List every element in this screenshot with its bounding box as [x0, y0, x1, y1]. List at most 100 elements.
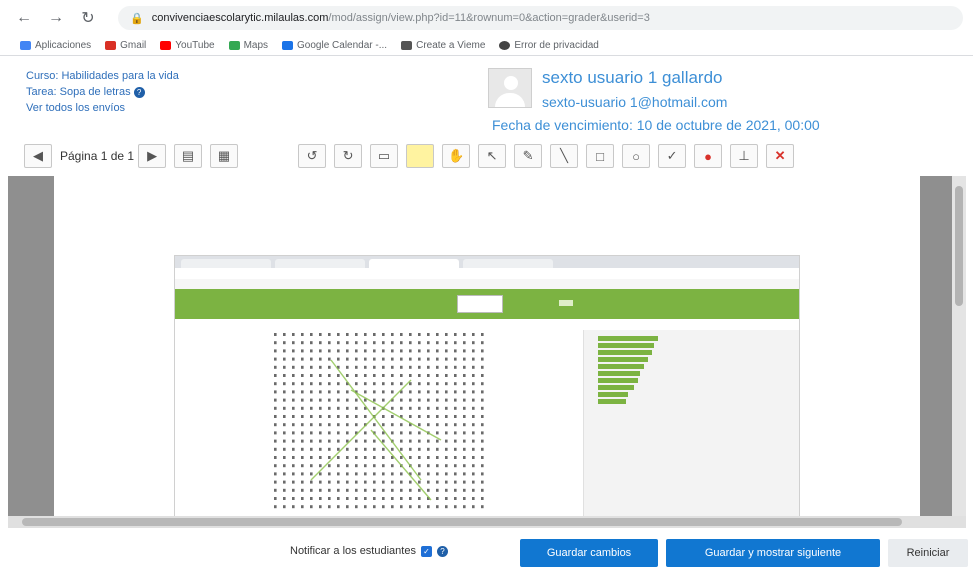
rectangle-tool-button[interactable]: □: [586, 144, 615, 168]
grid-letter: [310, 365, 313, 369]
reload-icon[interactable]: ↻: [76, 6, 100, 30]
grid-letter: [481, 464, 484, 468]
grid-letter: [274, 488, 277, 492]
grid-letter: [418, 431, 421, 435]
grid-letter: [283, 456, 286, 459]
grid-letter: [400, 365, 403, 369]
grid-letter: [481, 357, 484, 361]
grid-letter: [283, 365, 286, 369]
grid-letter: [436, 333, 439, 336]
grid-letter: [382, 423, 385, 427]
grid-letter: [283, 472, 286, 476]
grid-letter: [391, 488, 394, 492]
bookmark-vieme[interactable]: Create a Vieme: [401, 40, 485, 51]
grid-letter: [436, 382, 439, 386]
puzzle-timer: [559, 300, 573, 306]
grid-letter: [472, 480, 475, 484]
previous-page-button[interactable]: ◀: [24, 144, 52, 168]
grid-letter: [454, 415, 457, 418]
page-selector[interactable]: Página 1 de 1: [60, 144, 134, 168]
grid-letter: [472, 365, 475, 369]
all-submissions-link[interactable]: Ver todos los envíos: [26, 100, 179, 116]
grid-letter: [418, 472, 421, 476]
grid-letter: [355, 341, 358, 345]
bookmark-calendar[interactable]: Google Calendar -...: [282, 40, 387, 51]
grid-letter: [319, 480, 322, 484]
grid-letter: [454, 382, 457, 386]
grid-letter: [436, 349, 439, 353]
stamp-tool-button[interactable]: ●: [694, 144, 723, 168]
bookmark-maps[interactable]: Maps: [228, 40, 268, 51]
line-tool-button[interactable]: ╲: [550, 144, 579, 168]
grid-letter: [409, 415, 412, 418]
save-changes-button[interactable]: Guardar cambios: [520, 539, 658, 567]
comment-search-button[interactable]: ▤: [174, 144, 203, 168]
horizontal-scroll-thumb[interactable]: [22, 518, 902, 526]
bookmark-youtube[interactable]: YouTube: [160, 40, 215, 51]
grid-letter: [319, 488, 322, 492]
grid-letter: [328, 472, 331, 476]
grid-letter: [373, 488, 376, 492]
rotate-right-button[interactable]: ↻: [334, 144, 363, 168]
forward-arrow-icon[interactable]: →: [44, 6, 68, 30]
grid-letter: [391, 415, 394, 418]
grid-letter: [481, 456, 484, 459]
grid-letter: [355, 464, 358, 468]
grid-letter: [391, 357, 394, 361]
bookmark-gmail[interactable]: Gmail: [105, 40, 146, 51]
word-list-panel: [583, 330, 799, 516]
comment-tool-button[interactable]: ▭: [370, 144, 399, 168]
select-arrow-icon[interactable]: ↖: [478, 144, 507, 168]
grid-letter: [274, 415, 277, 418]
grid-letter: [283, 497, 286, 500]
notify-checkbox[interactable]: ✓: [420, 545, 432, 557]
reset-button[interactable]: Reiniciar: [888, 539, 968, 567]
pen-tool-button[interactable]: ✓: [658, 144, 687, 168]
address-bar[interactable]: 🔒 convivenciaescolarytic.milaulas.com /m…: [118, 6, 963, 30]
task-link[interactable]: Tarea: Sopa de letras: [26, 86, 131, 98]
course-link[interactable]: Curso: Habilidades para la vida: [26, 68, 179, 84]
grid-letter: [310, 439, 313, 443]
grid-letter: [355, 480, 358, 484]
color-picker-button[interactable]: [406, 144, 435, 168]
grid-letter: [328, 439, 331, 443]
user-name-link[interactable]: sexto usuario 1 gallardo: [542, 68, 723, 88]
next-page-button[interactable]: ▶: [138, 144, 167, 168]
help-icon[interactable]: ?: [436, 545, 448, 557]
bookmark-apps[interactable]: Aplicaciones: [20, 40, 91, 51]
highlight-tool-button[interactable]: ✎: [514, 144, 543, 168]
grid-letter: [454, 505, 457, 509]
back-arrow-icon[interactable]: ←: [12, 6, 36, 30]
grid-letter: [472, 472, 475, 476]
grid-letter: [310, 480, 313, 484]
grid-letter: [328, 357, 331, 361]
grid-letter: [436, 488, 439, 492]
horizontal-scrollbar[interactable]: [8, 516, 966, 528]
grid-letter: [436, 447, 439, 451]
grid-letter: [445, 447, 448, 451]
grid-letter: [418, 423, 421, 427]
grid-letter: [337, 406, 340, 410]
grid-letter: [391, 505, 394, 509]
comment-bank-button[interactable]: ▦: [210, 144, 239, 168]
apps-grid-icon: [20, 41, 31, 50]
puzzle-header: [175, 289, 799, 319]
oval-tool-button[interactable]: ○: [622, 144, 651, 168]
submission-screenshot: [174, 255, 800, 517]
pan-hand-icon[interactable]: ✋: [442, 144, 471, 168]
vertical-scrollbar[interactable]: [952, 176, 966, 516]
save-and-next-button[interactable]: Guardar y mostrar siguiente: [666, 539, 880, 567]
grid-letter: [292, 456, 295, 459]
stamp-select-button[interactable]: ⊥: [730, 144, 759, 168]
grid-letter: [364, 390, 367, 394]
vertical-scroll-thumb[interactable]: [955, 186, 963, 306]
grid-letter: [301, 333, 304, 336]
help-icon[interactable]: ?: [133, 86, 145, 98]
bookmark-privacy-error[interactable]: Error de privacidad: [499, 40, 599, 51]
delete-annotation-button[interactable]: ✕: [766, 144, 795, 168]
rotate-left-button[interactable]: ↺: [298, 144, 327, 168]
grid-letter: [301, 398, 304, 402]
grid-letter: [337, 382, 340, 386]
grid-letter: [382, 497, 385, 500]
grid-letter: [382, 349, 385, 353]
